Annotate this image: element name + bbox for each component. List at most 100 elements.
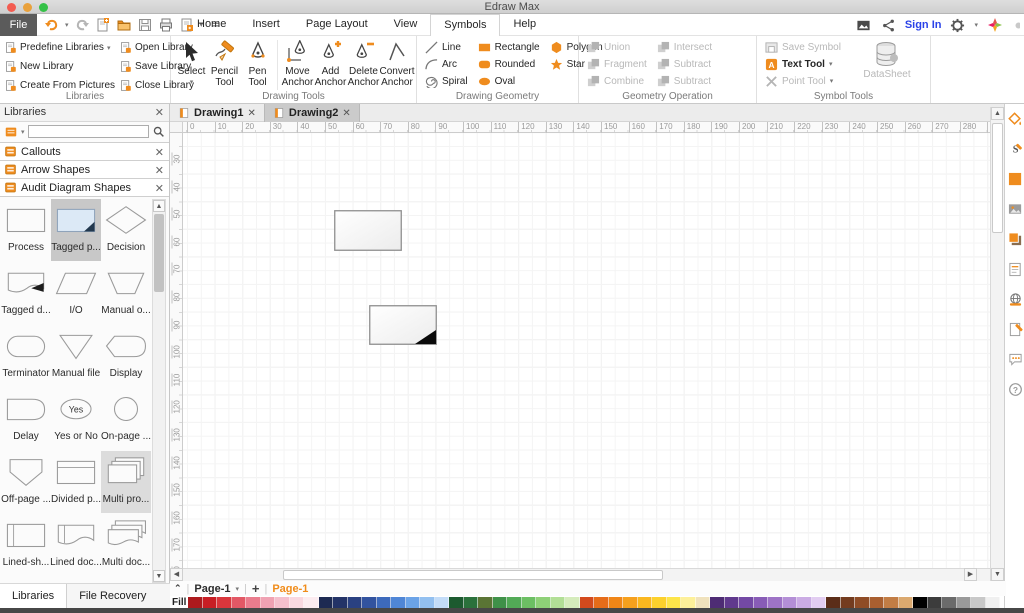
sidebar-tab-file-recovery[interactable]: File Recovery [67, 584, 158, 608]
shape-tagged-p[interactable]: Tagged p... [51, 199, 101, 261]
color-swatch[interactable] [841, 597, 856, 608]
color-swatch[interactable] [754, 597, 769, 608]
gallery-scrollbar[interactable]: ▲ ▼ [152, 199, 166, 583]
color-swatch[interactable] [855, 597, 870, 608]
color-swatch[interactable] [638, 597, 653, 608]
color-swatch[interactable] [870, 597, 885, 608]
color-swatch[interactable] [899, 597, 914, 608]
color-swatch[interactable] [348, 597, 363, 608]
color-swatch[interactable] [826, 597, 841, 608]
color-swatch[interactable] [478, 597, 493, 608]
note-pane-icon[interactable] [1008, 262, 1023, 277]
color-swatch[interactable] [986, 597, 1001, 608]
color-swatch[interactable] [739, 597, 754, 608]
close-tab-icon[interactable]: ✕ [248, 108, 256, 119]
vertical-scrollbar[interactable]: ▲ ▼ [990, 107, 1004, 581]
color-swatch[interactable] [725, 597, 740, 608]
shape-manual-file[interactable]: Manual file [51, 325, 101, 387]
add-page-button[interactable]: + [252, 581, 260, 596]
shape-on-page[interactable]: On-page ... [101, 388, 151, 450]
shape-lined-doc[interactable]: Lined doc... [51, 514, 101, 576]
scroll-left-icon[interactable]: ◀ [170, 568, 183, 581]
color-swatch[interactable] [623, 597, 638, 608]
tab-view[interactable]: View [381, 14, 431, 36]
close-library-icon[interactable]: ✕ [155, 164, 164, 177]
shape-yes-or-no[interactable]: YesYes or No [51, 388, 101, 450]
color-swatch[interactable] [536, 597, 551, 608]
tagged-process-rect[interactable] [369, 305, 437, 345]
scroll-down-icon[interactable]: ▼ [991, 568, 1004, 581]
collapse-pagebar-icon[interactable]: ⌃ [174, 583, 182, 594]
color-swatch[interactable] [609, 597, 624, 608]
color-swatch[interactable] [275, 597, 290, 608]
color-swatch[interactable] [420, 597, 435, 608]
color-swatch[interactable] [696, 597, 711, 608]
gallery-scroll-thumb[interactable] [154, 214, 164, 292]
color-swatch[interactable] [188, 597, 203, 608]
shape-delay[interactable]: Delay [1, 388, 51, 450]
color-swatch[interactable] [377, 597, 392, 608]
color-swatch[interactable] [565, 597, 580, 608]
color-swatch[interactable] [507, 597, 522, 608]
color-swatch[interactable] [246, 597, 261, 608]
color-swatch[interactable] [710, 597, 725, 608]
predefine-libraries-button[interactable]: Predefine Libraries▾ [4, 39, 115, 56]
undo-icon[interactable] [44, 17, 60, 33]
color-swatch[interactable] [551, 597, 566, 608]
picture-pane-icon[interactable] [1008, 202, 1023, 217]
color-swatch[interactable] [435, 597, 450, 608]
drawing-canvas[interactable] [183, 133, 990, 568]
settings-gear-icon[interactable] [950, 18, 965, 33]
sign-in-link[interactable]: Sign In [905, 19, 942, 31]
shadow-pane-icon[interactable] [1008, 232, 1023, 247]
comment-pane-icon[interactable] [1008, 352, 1023, 367]
settings-caret-icon[interactable]: ▾ [974, 21, 978, 29]
horizontal-scrollbar[interactable]: ◀ ▶ [170, 568, 990, 581]
vertical-scroll-thumb[interactable] [992, 123, 1003, 233]
process-rect[interactable] [334, 210, 402, 251]
page-tab[interactable]: Page-1 [194, 583, 230, 595]
color-swatch[interactable] [580, 597, 595, 608]
scroll-right-icon[interactable]: ▶ [964, 568, 977, 581]
datasheet-button[interactable]: DataSheet [858, 39, 916, 80]
color-swatch[interactable] [493, 597, 508, 608]
color-swatch[interactable] [667, 597, 682, 608]
close-sidebar-icon[interactable]: ✕ [155, 106, 164, 119]
attachment-pane-icon[interactable] [1008, 322, 1023, 337]
theme-pane-icon[interactable]: S [1008, 142, 1023, 157]
color-swatch[interactable] [522, 597, 537, 608]
spiral-button[interactable]: Spiral [425, 74, 468, 88]
fill-pane-icon[interactable] [1008, 112, 1023, 127]
color-swatch[interactable] [203, 597, 218, 608]
color-swatch[interactable] [449, 597, 464, 608]
color-swatch[interactable] [464, 597, 479, 608]
color-swatch[interactable] [594, 597, 609, 608]
color-swatch[interactable] [913, 597, 928, 608]
color-swatch[interactable] [319, 597, 334, 608]
save-icon[interactable] [137, 17, 153, 33]
tab-help[interactable]: Help [500, 14, 549, 36]
pen-tool-button[interactable]: PenTool [241, 38, 274, 90]
color-swatch[interactable] [406, 597, 421, 608]
select-button[interactable]: Select▾ [175, 38, 208, 90]
shape-divided-p[interactable]: Divided p... [51, 451, 101, 513]
color-swatch[interactable] [884, 597, 899, 608]
line-button[interactable]: Line [425, 40, 468, 54]
shape-terminator[interactable]: Terminator [1, 325, 51, 387]
document-tab-drawing2[interactable]: Drawing2✕ [264, 104, 360, 122]
print-icon[interactable] [158, 17, 174, 33]
scroll-up-icon[interactable]: ▲ [991, 107, 1004, 120]
arc-button[interactable]: Arc [425, 57, 468, 71]
rounded-button[interactable]: Rounded [478, 57, 540, 71]
color-swatch[interactable] [681, 597, 696, 608]
library-menu-icon[interactable] [4, 125, 18, 139]
color-swatch[interactable] [333, 597, 348, 608]
search-icon[interactable] [152, 125, 165, 138]
library-menu-caret-icon[interactable]: ▾ [21, 128, 25, 136]
document-tab-drawing1[interactable]: Drawing1✕ [170, 104, 264, 122]
color-swatch[interactable] [217, 597, 232, 608]
shape-tagged-d[interactable]: Tagged d... [1, 262, 51, 324]
help-pane-icon[interactable]: ? [1008, 382, 1023, 397]
picture-gallery-icon[interactable] [855, 18, 872, 33]
close-library-icon[interactable]: ✕ [155, 182, 164, 195]
